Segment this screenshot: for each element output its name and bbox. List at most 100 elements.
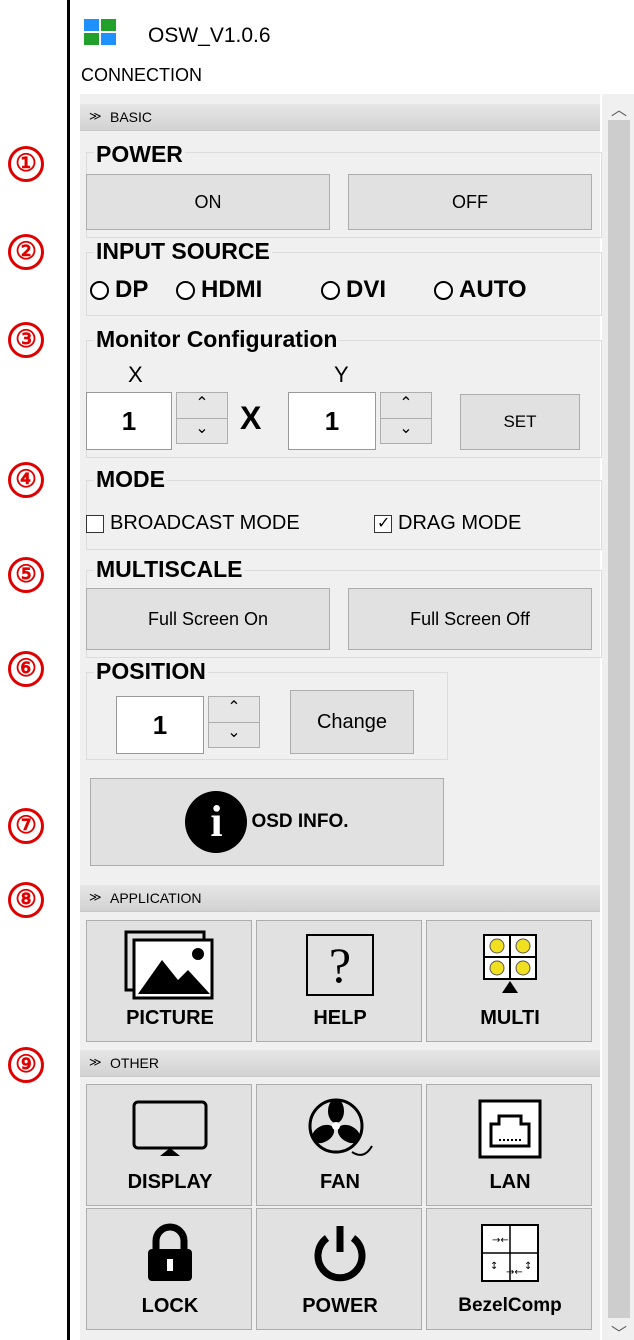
scroll-up-icon[interactable]: ︿ bbox=[608, 96, 630, 120]
y-spinner-up-icon[interactable]: ⌃ bbox=[381, 393, 431, 419]
info-icon: i bbox=[185, 791, 248, 853]
picture-icon bbox=[87, 929, 253, 1001]
svg-text:→←: →← bbox=[492, 1235, 509, 1246]
full-screen-off-button[interactable]: Full Screen Off bbox=[348, 588, 592, 650]
radio-circle bbox=[321, 280, 340, 300]
checkbox-box bbox=[86, 514, 104, 533]
radio-hdmi[interactable]: HDMI bbox=[176, 276, 262, 304]
help-glyph: ? bbox=[306, 934, 374, 996]
control-panel: ≫ BASIC POWER ON OFF INPUT SOURCE DP HDM… bbox=[80, 94, 602, 1340]
help-tile[interactable]: ? HELP bbox=[256, 920, 422, 1042]
lan-icon bbox=[427, 1093, 593, 1165]
y-axis-label: Y bbox=[334, 362, 349, 387]
annotation-9: ⑨ bbox=[8, 1047, 44, 1083]
x-spinner[interactable]: ⌃ ⌄ bbox=[176, 392, 228, 444]
annotation-1: ① bbox=[8, 146, 44, 182]
x-value-input[interactable]: 1 bbox=[86, 392, 172, 450]
annotation-4: ④ bbox=[8, 462, 44, 498]
checkmark-icon: ✓ bbox=[377, 514, 391, 532]
annotation-6: ⑥ bbox=[8, 651, 44, 687]
svg-text:↕: ↕ bbox=[524, 1261, 532, 1272]
position-value-input[interactable]: 1 bbox=[116, 696, 204, 754]
bezel-comp-tile-label: BezelComp bbox=[458, 1295, 562, 1316]
multi-tile[interactable]: MULTI bbox=[426, 920, 592, 1042]
annotation-5: ⑤ bbox=[8, 557, 44, 593]
broadcast-mode-checkbox[interactable]: BROADCAST MODE bbox=[86, 512, 300, 535]
vertical-scrollbar[interactable]: ︿ ﹀ bbox=[602, 94, 634, 1340]
broadcast-mode-label: BROADCAST MODE bbox=[110, 512, 300, 534]
position-spinner-down-icon[interactable]: ⌄ bbox=[209, 722, 259, 747]
radio-circle bbox=[90, 280, 109, 300]
input-source-label: INPUT SOURCE bbox=[94, 238, 272, 265]
window-title: OSW_V1.0.6 bbox=[148, 24, 271, 47]
radio-auto[interactable]: AUTO bbox=[434, 276, 527, 304]
power-on-button[interactable]: ON bbox=[86, 174, 330, 230]
bezel-icon: →← ↕ ↕ →← bbox=[427, 1217, 593, 1289]
bezel-comp-tile[interactable]: →← ↕ ↕ →← BezelComp bbox=[426, 1208, 592, 1330]
osd-info-button[interactable]: i OSD INFO. bbox=[90, 778, 444, 866]
title-bar: OSW_V1.0.6 bbox=[70, 0, 634, 60]
annotation-7: ⑦ bbox=[8, 808, 44, 844]
position-spinner-up-icon[interactable]: ⌃ bbox=[209, 697, 259, 723]
radio-dp[interactable]: DP bbox=[90, 276, 148, 304]
mode-label: MODE bbox=[94, 466, 167, 493]
lock-tile-label: LOCK bbox=[141, 1295, 199, 1317]
y-spinner[interactable]: ⌃ ⌄ bbox=[380, 392, 432, 444]
dimension-separator: X bbox=[240, 400, 262, 436]
position-spinner[interactable]: ⌃ ⌄ bbox=[208, 696, 260, 748]
section-header-application[interactable]: ≫ APPLICATION bbox=[80, 885, 600, 912]
display-tile[interactable]: DISPLAY bbox=[86, 1084, 252, 1206]
lock-tile[interactable]: LOCK bbox=[86, 1208, 252, 1330]
section-header-basic[interactable]: ≫ BASIC bbox=[80, 104, 600, 131]
app-window: OSW_V1.0.6 CONNECTION ≫ BASIC POWER ON O… bbox=[67, 0, 634, 1340]
drag-mode-label: DRAG MODE bbox=[398, 512, 522, 534]
radio-dp-label: DP bbox=[115, 276, 149, 303]
picture-tile[interactable]: PICTURE bbox=[86, 920, 252, 1042]
display-tile-label: DISPLAY bbox=[127, 1171, 213, 1193]
annotation-8: ⑧ bbox=[8, 882, 44, 918]
x-axis-label: X bbox=[128, 362, 143, 387]
radio-circle bbox=[176, 280, 195, 300]
set-button[interactable]: SET bbox=[460, 394, 580, 450]
lan-tile[interactable]: LAN bbox=[426, 1084, 592, 1206]
help-icon: ? bbox=[257, 929, 423, 1001]
annotation-3: ③ bbox=[8, 322, 44, 358]
position-change-button[interactable]: Change bbox=[290, 690, 414, 754]
y-value-input[interactable]: 1 bbox=[288, 392, 376, 450]
scroll-thumb[interactable] bbox=[608, 120, 630, 1318]
position-label: POSITION bbox=[94, 658, 208, 685]
power-label: POWER bbox=[94, 141, 185, 168]
section-other-label: OTHER bbox=[110, 1055, 159, 1071]
radio-hdmi-label: HDMI bbox=[201, 276, 263, 303]
osd-info-label: OSD INFO. bbox=[251, 811, 349, 832]
power-off-button[interactable]: OFF bbox=[348, 174, 592, 230]
svg-text:↕: ↕ bbox=[490, 1261, 498, 1272]
fan-tile[interactable]: FAN bbox=[256, 1084, 422, 1206]
section-basic-label: BASIC bbox=[110, 109, 153, 125]
collapse-chevron-icon: ≫ bbox=[89, 109, 102, 123]
multi-icon bbox=[427, 929, 593, 1001]
annotation-2: ② bbox=[8, 234, 44, 270]
scroll-down-icon[interactable]: ﹀ bbox=[608, 1320, 630, 1340]
picture-tile-label: PICTURE bbox=[126, 1007, 214, 1029]
full-screen-on-button[interactable]: Full Screen On bbox=[86, 588, 330, 650]
monitor-config-label: Monitor Configuration bbox=[94, 326, 340, 353]
radio-dvi[interactable]: DVI bbox=[321, 276, 386, 304]
x-spinner-down-icon[interactable]: ⌄ bbox=[177, 418, 227, 443]
drag-mode-checkbox[interactable]: ✓ DRAG MODE bbox=[374, 512, 521, 535]
help-tile-label: HELP bbox=[313, 1007, 367, 1029]
multiscale-label: MULTISCALE bbox=[94, 556, 245, 583]
menu-connection[interactable]: CONNECTION bbox=[81, 65, 202, 86]
multi-tile-label: MULTI bbox=[480, 1007, 540, 1029]
radio-circle bbox=[434, 280, 453, 300]
svg-text:→←: →← bbox=[506, 1267, 523, 1278]
lan-tile-label: LAN bbox=[489, 1171, 531, 1193]
lock-icon bbox=[87, 1217, 253, 1289]
power-tile[interactable]: POWER bbox=[256, 1208, 422, 1330]
section-header-other[interactable]: ≫ OTHER bbox=[80, 1050, 600, 1077]
y-spinner-down-icon[interactable]: ⌄ bbox=[381, 418, 431, 443]
x-spinner-up-icon[interactable]: ⌃ bbox=[177, 393, 227, 419]
power-tile-label: POWER bbox=[302, 1295, 378, 1317]
power-icon bbox=[257, 1217, 423, 1289]
app-logo-icon bbox=[84, 19, 116, 45]
